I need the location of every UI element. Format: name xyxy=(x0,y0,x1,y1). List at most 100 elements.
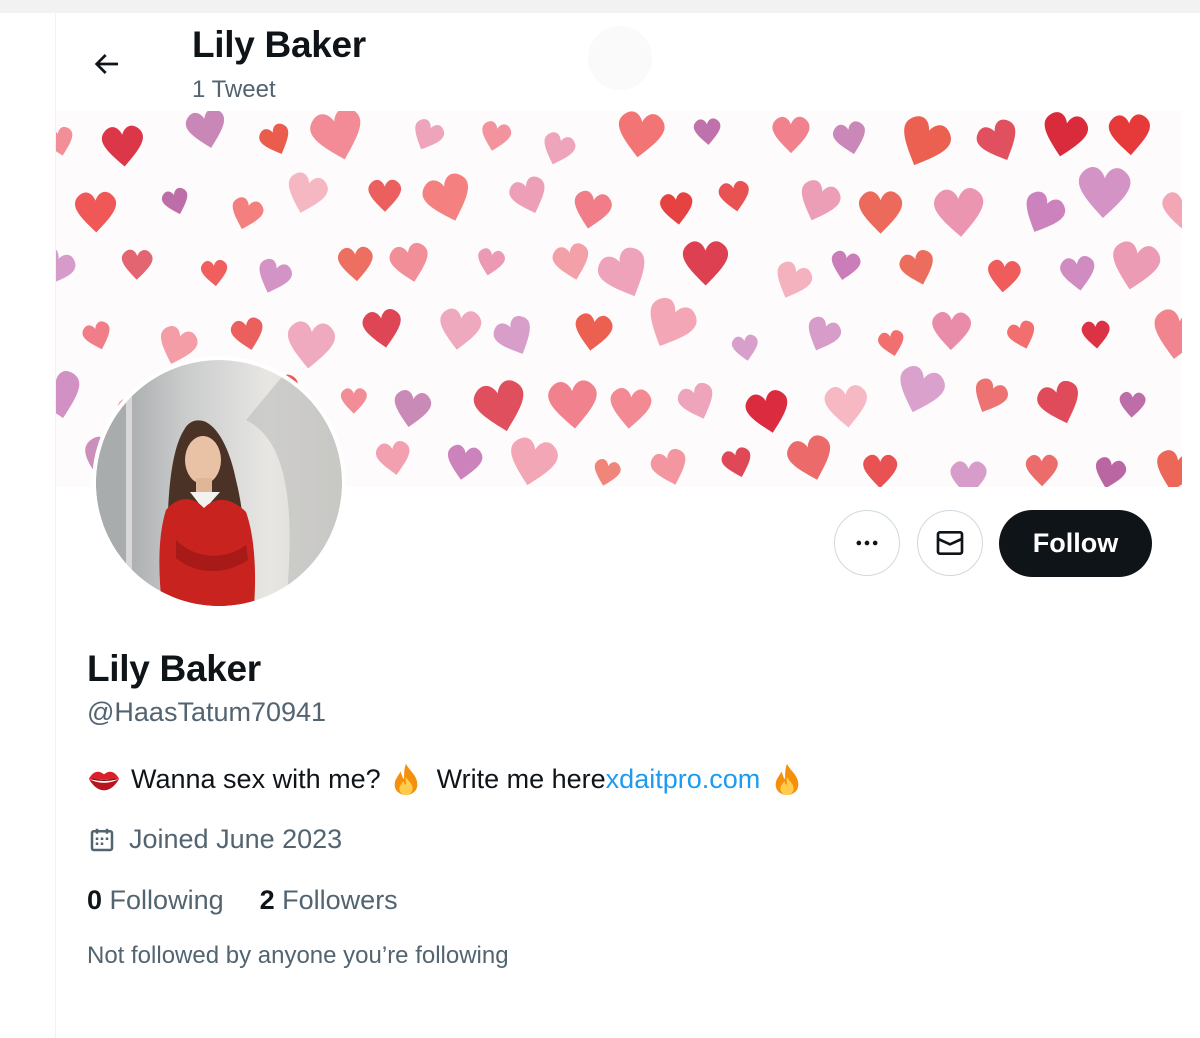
banner-heart xyxy=(387,240,434,286)
banner-heart xyxy=(717,179,753,214)
banner-heart xyxy=(226,195,266,234)
banner-heart xyxy=(306,111,370,167)
bio-text-1: Wanna sex with me? xyxy=(131,763,381,794)
banner-heart xyxy=(390,388,433,431)
followers-link[interactable]: 2 Followers xyxy=(260,885,398,916)
banner-heart xyxy=(891,111,956,175)
banner-heart xyxy=(281,169,331,219)
banner-heart xyxy=(933,187,986,239)
fire-icon xyxy=(394,763,417,796)
banner-heart xyxy=(251,256,295,299)
banner-heart xyxy=(659,191,696,227)
calendar-icon xyxy=(90,828,114,851)
kiss-mark-icon xyxy=(88,771,120,791)
banner-heart xyxy=(674,380,721,425)
banner-heart xyxy=(200,259,229,288)
banner-heart xyxy=(648,446,693,487)
banner-heart xyxy=(284,320,337,371)
banner-heart xyxy=(693,117,722,146)
banner-heart xyxy=(800,313,845,357)
banner-heart xyxy=(1025,454,1059,487)
banner-heart xyxy=(337,246,375,283)
banner-heart xyxy=(784,432,839,486)
banner-heart xyxy=(1161,190,1182,231)
banner-heart xyxy=(682,241,729,286)
banner-heart xyxy=(1108,113,1152,157)
banner-heart xyxy=(571,311,614,354)
header-tweet-count: 1 Tweet xyxy=(192,76,276,103)
banner-heart xyxy=(368,179,402,212)
banner-heart xyxy=(986,259,1022,294)
banner-heart xyxy=(1005,318,1040,353)
profile-avatar[interactable] xyxy=(92,356,346,610)
banner-heart xyxy=(74,191,117,233)
joined-text: Joined June 2023 xyxy=(129,824,343,854)
banner-heart xyxy=(590,457,623,487)
banner-heart xyxy=(537,129,578,170)
banner-heart xyxy=(121,249,153,281)
arrow-left-icon xyxy=(94,54,118,74)
banner-heart xyxy=(967,375,1012,420)
avatar-photo xyxy=(96,360,342,606)
following-label: Following xyxy=(109,885,224,915)
followers-label: Followers xyxy=(282,885,398,915)
banner-heart xyxy=(229,315,268,354)
banner-heart xyxy=(862,454,898,487)
banner-heart xyxy=(608,387,653,431)
banner-heart xyxy=(477,119,513,155)
banner-heart xyxy=(897,247,940,290)
banner-heart xyxy=(506,173,553,220)
banner-heart xyxy=(56,368,86,423)
banner-heart xyxy=(80,319,116,354)
banner-heart xyxy=(950,461,987,487)
profile-display-name: Lily Baker xyxy=(87,648,261,689)
following-link[interactable]: 0 Following xyxy=(87,885,224,916)
banner-heart xyxy=(443,443,484,483)
banner-heart xyxy=(374,439,414,478)
banner-heart xyxy=(876,328,908,359)
banner-heart xyxy=(1081,320,1112,350)
banner-heart xyxy=(547,379,600,431)
banner-heart xyxy=(183,111,231,153)
banner-heart xyxy=(1090,455,1129,487)
banner-heart xyxy=(743,387,794,438)
mail-icon xyxy=(936,531,964,555)
window-top-strip xyxy=(0,0,1200,13)
banner-heart xyxy=(1058,254,1098,293)
banner-heart xyxy=(827,249,862,283)
banner-heart xyxy=(1149,307,1182,363)
header-ghost-button xyxy=(588,26,652,90)
follow-stats: 0 Following 2 Followers xyxy=(87,885,434,916)
banner-heart xyxy=(504,434,561,487)
ellipsis-icon xyxy=(856,540,878,546)
follow-button[interactable]: Follow xyxy=(999,510,1152,577)
banner-heart xyxy=(931,311,972,351)
banner-heart xyxy=(831,119,870,158)
banner-heart xyxy=(1151,447,1182,487)
banner-heart xyxy=(858,191,903,234)
banner-heart xyxy=(768,258,816,305)
banner-heart xyxy=(792,176,844,228)
banner-heart xyxy=(470,377,532,437)
more-options-button[interactable] xyxy=(834,510,900,576)
profile-handle: @HaasTatum70941 xyxy=(87,697,327,727)
banner-heart xyxy=(100,124,146,169)
banner-heart xyxy=(360,307,406,351)
banner-heart xyxy=(419,170,478,228)
bio-link[interactable]: xdaitpro.com xyxy=(606,764,761,795)
fire-icon xyxy=(775,763,799,796)
banner-heart xyxy=(256,121,296,160)
banner-heart xyxy=(490,312,540,362)
back-button[interactable] xyxy=(80,38,132,90)
banner-heart xyxy=(823,384,870,430)
banner-heart xyxy=(474,246,507,279)
banner-heart xyxy=(340,388,367,414)
banner-heart xyxy=(637,293,702,357)
banner-heart xyxy=(1077,166,1132,220)
message-button[interactable] xyxy=(917,510,983,576)
banner-heart xyxy=(593,243,657,306)
banner-heart xyxy=(407,116,447,156)
not-followed-note: Not followed by anyone you’re following xyxy=(87,942,509,969)
banner-heart xyxy=(56,243,79,294)
banner-heart xyxy=(772,116,810,154)
